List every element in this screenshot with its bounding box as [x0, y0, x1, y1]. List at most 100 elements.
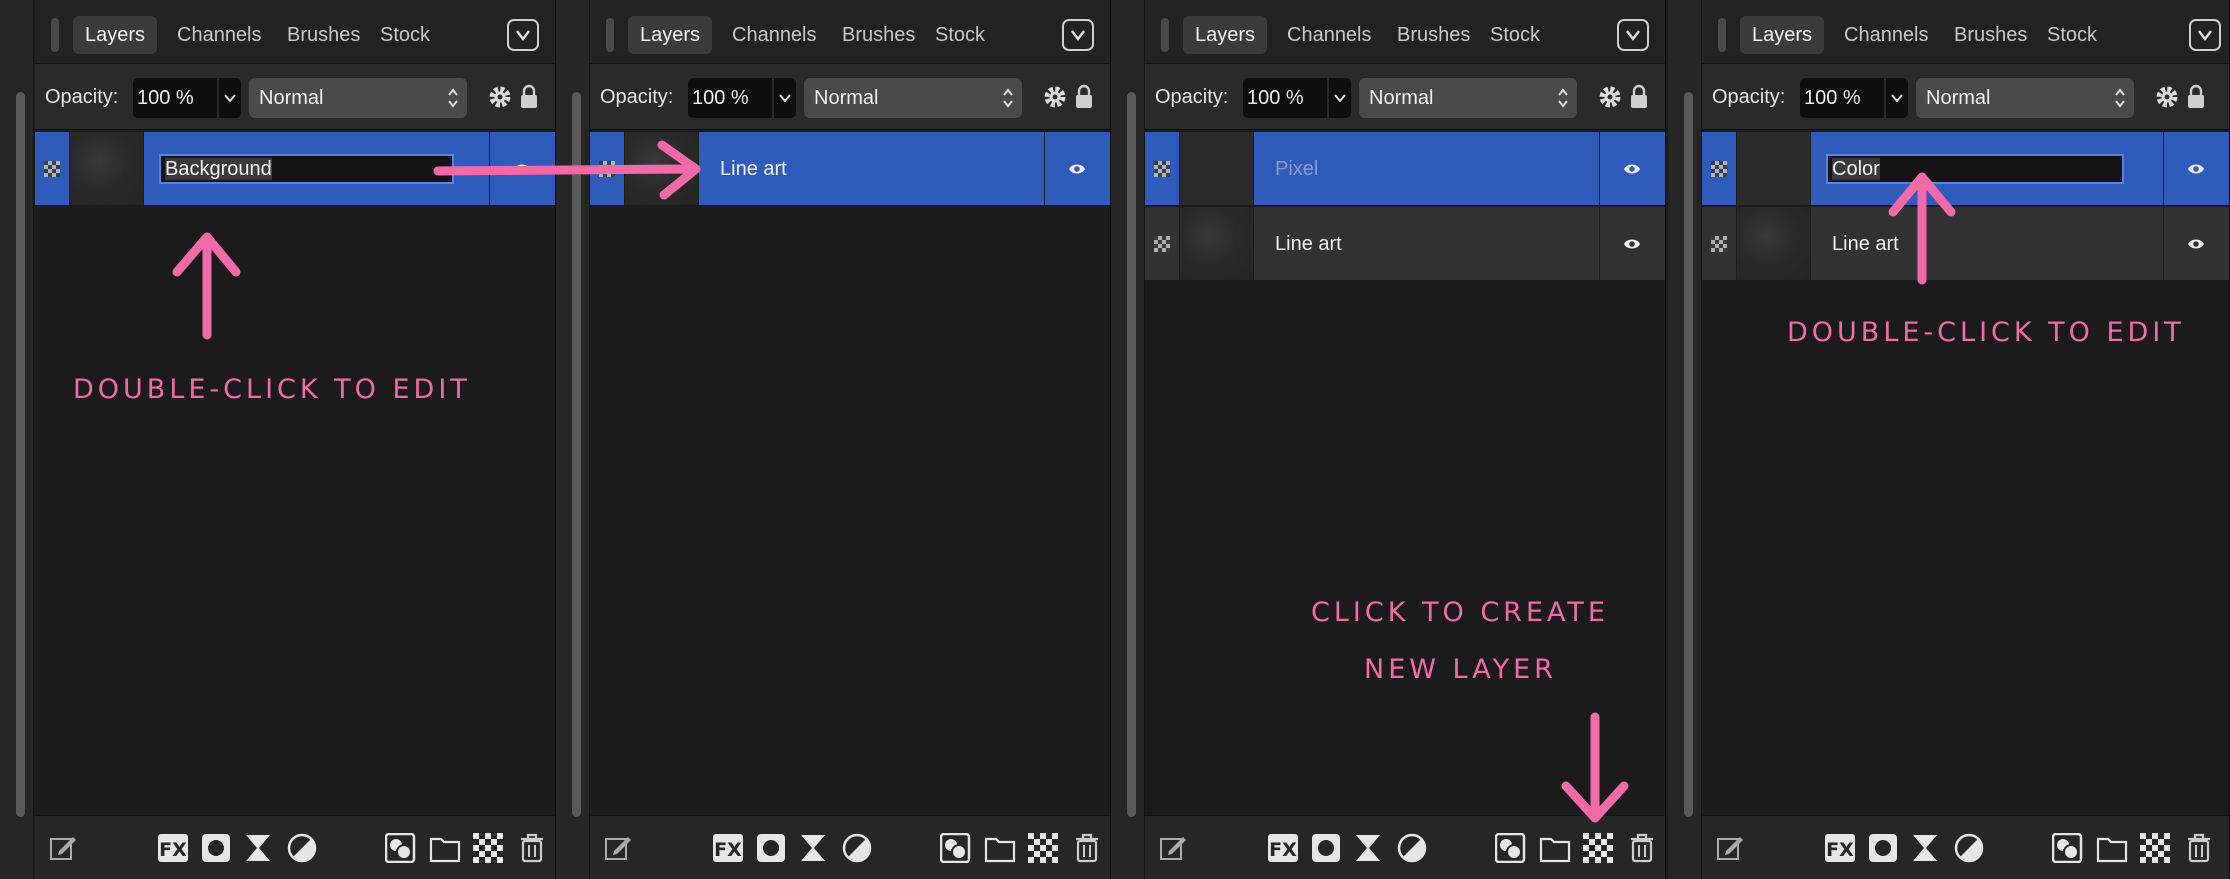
new-pixel-layer-icon[interactable] [473, 833, 503, 863]
fx-icon[interactable]: FX [712, 833, 744, 863]
blend-mode-select[interactable]: Normal [1359, 78, 1577, 118]
layer-drag-handle[interactable] [1702, 207, 1736, 280]
edit-icon[interactable] [49, 833, 79, 863]
tab-brushes[interactable]: Brushes [275, 16, 372, 54]
tab-layers[interactable]: Layers [73, 16, 158, 54]
drag-grip[interactable] [606, 18, 614, 52]
opacity-field[interactable]: 100 % [1243, 78, 1327, 118]
edit-icon[interactable] [1716, 833, 1746, 863]
folder-icon[interactable] [1539, 833, 1571, 863]
mask-icon[interactable] [1311, 833, 1341, 863]
layer-drag-handle[interactable] [1145, 132, 1179, 205]
tab-layers[interactable]: Layers [628, 16, 713, 54]
visibility-toggle[interactable] [1599, 207, 1665, 280]
layer-name-input[interactable]: Background [159, 154, 454, 184]
drag-grip[interactable] [51, 18, 59, 52]
edit-icon[interactable] [604, 833, 634, 863]
mask-icon[interactable] [756, 833, 786, 863]
panel-menu-button[interactable] [2189, 19, 2221, 51]
visibility-toggle[interactable] [489, 132, 555, 205]
tab-channels[interactable]: Channels [1275, 16, 1384, 54]
folder-icon[interactable] [2096, 833, 2128, 863]
live-filter-icon[interactable] [287, 833, 317, 863]
new-pixel-layer-icon[interactable] [2140, 833, 2170, 863]
live-filter-icon[interactable] [1954, 833, 1984, 863]
lock-icon[interactable] [2186, 83, 2206, 111]
scrollbar[interactable] [1684, 92, 1693, 817]
tab-channels[interactable]: Channels [165, 16, 274, 54]
new-pixel-layer-icon[interactable] [1028, 833, 1058, 863]
mask-icon[interactable] [201, 833, 231, 863]
adjustment-icon[interactable] [1353, 833, 1383, 863]
panel-menu-button[interactable] [1617, 19, 1649, 51]
gear-icon[interactable] [1042, 84, 1068, 110]
new-pixel-layer-icon[interactable] [1583, 833, 1613, 863]
layer-row[interactable]: Line art [1145, 207, 1665, 281]
folder-icon[interactable] [429, 833, 461, 863]
layer-row[interactable]: Pixel [1145, 132, 1665, 206]
gear-icon[interactable] [1597, 84, 1623, 110]
drag-grip[interactable] [1161, 18, 1169, 52]
scrollbar[interactable] [16, 92, 25, 817]
tab-layers[interactable]: Layers [1183, 16, 1268, 54]
opacity-dropdown[interactable] [1886, 78, 1908, 118]
mask-icon[interactable] [1868, 833, 1898, 863]
group-icon[interactable] [1495, 833, 1527, 863]
opacity-field[interactable]: 100 % [133, 78, 217, 118]
layer-row[interactable]: Line art [1702, 207, 2229, 281]
group-icon[interactable] [940, 833, 972, 863]
opacity-field[interactable]: 100 % [1800, 78, 1884, 118]
visibility-toggle[interactable] [2163, 132, 2229, 205]
group-icon[interactable] [2052, 833, 2084, 863]
tab-layers[interactable]: Layers [1740, 16, 1825, 54]
lock-icon[interactable] [1629, 83, 1649, 111]
gear-icon[interactable] [2154, 84, 2180, 110]
tab-brushes[interactable]: Brushes [1942, 16, 2039, 54]
layer-name-input[interactable]: Color [1826, 154, 2124, 184]
tab-channels[interactable]: Channels [1832, 16, 1941, 54]
adjustment-icon[interactable] [1910, 833, 1940, 863]
lock-icon[interactable] [1074, 83, 1094, 111]
layer-row[interactable]: Background [35, 132, 555, 206]
visibility-toggle[interactable] [1599, 132, 1665, 205]
drag-grip[interactable] [1718, 18, 1726, 52]
panel-menu-button[interactable] [507, 19, 539, 51]
tab-stock[interactable]: Stock [923, 16, 997, 54]
lock-icon[interactable] [519, 83, 539, 111]
opacity-dropdown[interactable] [774, 78, 796, 118]
visibility-toggle[interactable] [1044, 132, 1110, 205]
folder-icon[interactable] [984, 833, 1016, 863]
layer-drag-handle[interactable] [1702, 132, 1736, 205]
tab-stock[interactable]: Stock [1478, 16, 1552, 54]
layer-drag-handle[interactable] [1145, 207, 1179, 280]
live-filter-icon[interactable] [1397, 833, 1427, 863]
tab-channels[interactable]: Channels [720, 16, 829, 54]
opacity-dropdown[interactable] [1329, 78, 1351, 118]
trash-icon[interactable] [1629, 833, 1655, 863]
layer-drag-handle[interactable] [590, 132, 624, 205]
opacity-field[interactable]: 100 % [688, 78, 772, 118]
blend-mode-select[interactable]: Normal [1916, 78, 2134, 118]
adjustment-icon[interactable] [798, 833, 828, 863]
opacity-dropdown[interactable] [219, 78, 241, 118]
panel-menu-button[interactable] [1062, 19, 1094, 51]
blend-mode-select[interactable]: Normal [249, 78, 467, 118]
group-icon[interactable] [385, 833, 417, 863]
edit-icon[interactable] [1159, 833, 1189, 863]
layer-row[interactable]: Line art [590, 132, 1110, 206]
tab-stock[interactable]: Stock [2035, 16, 2109, 54]
tab-brushes[interactable]: Brushes [1385, 16, 1482, 54]
trash-icon[interactable] [519, 833, 545, 863]
visibility-toggle[interactable] [2163, 207, 2229, 280]
adjustment-icon[interactable] [243, 833, 273, 863]
scrollbar[interactable] [1127, 92, 1136, 817]
tab-stock[interactable]: Stock [368, 16, 442, 54]
tab-brushes[interactable]: Brushes [830, 16, 927, 54]
layer-drag-handle[interactable] [35, 132, 69, 205]
fx-icon[interactable]: FX [1824, 833, 1856, 863]
scrollbar[interactable] [572, 92, 581, 817]
fx-icon[interactable]: FX [1267, 833, 1299, 863]
fx-icon[interactable]: FX [157, 833, 189, 863]
trash-icon[interactable] [2186, 833, 2212, 863]
gear-icon[interactable] [487, 84, 513, 110]
